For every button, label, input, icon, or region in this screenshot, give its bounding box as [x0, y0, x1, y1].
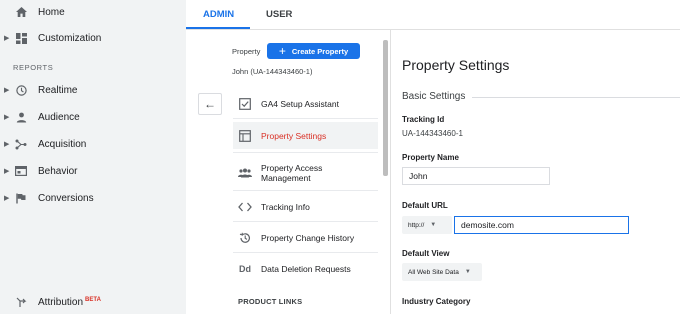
create-property-button[interactable]: + Create Property: [267, 43, 360, 59]
menu-item-label: Tracking Info: [261, 202, 310, 212]
chevron-down-icon: ▼: [464, 269, 471, 275]
acquisition-icon: [15, 138, 27, 150]
arrow-left-icon: ←: [204, 97, 216, 111]
menu-item-label: Property Change History: [261, 233, 355, 243]
people-icon: [238, 166, 252, 180]
dashboard-icon: [15, 32, 27, 44]
clock-icon: [15, 84, 27, 96]
back-arrow-button[interactable]: ←: [198, 93, 222, 115]
menu-property-change-history[interactable]: Property Change History: [233, 227, 378, 249]
tab-bar: [186, 0, 680, 28]
nav-realtime-label: Realtime: [38, 84, 78, 96]
nav-realtime[interactable]: ▶ Realtime: [0, 78, 186, 102]
plus-icon: +: [278, 44, 286, 58]
default-url-label: Default URL: [402, 201, 448, 210]
flag-icon: [15, 192, 27, 204]
nav-acquisition[interactable]: ▶ Acquisition: [0, 132, 186, 156]
menu-property-access-management[interactable]: Property Access Management: [233, 159, 378, 187]
expand-arrow-icon: ▶: [4, 141, 10, 148]
nav-audience[interactable]: ▶ Audience: [0, 105, 186, 129]
home-icon: [15, 6, 27, 18]
menu-ga4-setup-assistant[interactable]: GA4 Setup Assistant: [233, 92, 378, 116]
column-divider: [390, 30, 391, 314]
nav-customization[interactable]: ▶ Customization: [0, 26, 186, 50]
menu-item-label: Property Settings: [261, 130, 327, 141]
nav-conversions-label: Conversions: [38, 192, 94, 204]
expand-arrow-icon: ▶: [4, 114, 10, 121]
property-column-label: Property: [232, 47, 261, 56]
checkbox-icon: [238, 97, 252, 111]
nav-audience-label: Audience: [38, 111, 80, 123]
settings-page-icon: [238, 129, 252, 143]
menu-divider: [233, 252, 378, 253]
nav-behavior-label: Behavior: [38, 165, 78, 177]
nav-attribution[interactable]: Attribution BETA: [0, 290, 186, 314]
tab-admin[interactable]: ADMIN: [203, 9, 234, 20]
property-selector[interactable]: John (UA-144343460-1): [232, 67, 312, 76]
menu-divider: [233, 152, 378, 153]
property-name-input[interactable]: John: [402, 167, 550, 185]
product-links-header: PRODUCT LINKS: [238, 297, 303, 306]
tab-user[interactable]: USER: [266, 9, 292, 20]
page-title: Property Settings: [402, 57, 510, 73]
expand-arrow-icon: ▶: [4, 195, 10, 202]
person-icon: [15, 111, 27, 123]
menu-tracking-info[interactable]: Tracking Info: [233, 196, 378, 218]
menu-data-deletion-requests[interactable]: Dd Data Deletion Requests: [233, 258, 378, 280]
menu-property-settings[interactable]: Property Settings: [233, 122, 378, 149]
beta-badge: BETA: [85, 296, 101, 303]
protocol-dropdown[interactable]: http:// ▼: [402, 216, 452, 234]
menu-item-label: GA4 Setup Assistant: [261, 99, 339, 109]
code-icon: [238, 200, 252, 214]
menu-item-label: Property Access Management: [261, 163, 323, 183]
nav-home-label: Home: [38, 6, 65, 18]
nav-conversions[interactable]: ▶ Conversions: [0, 186, 186, 210]
nav-acquisition-label: Acquisition: [38, 138, 87, 150]
heading-rule: [472, 97, 680, 98]
history-icon: [238, 231, 252, 245]
nav-behavior[interactable]: ▶ Behavior: [0, 159, 186, 183]
property-name-value: John: [409, 171, 428, 181]
default-url-value: demosite.com: [461, 220, 514, 230]
expand-arrow-icon: ▶: [4, 168, 10, 175]
menu-divider: [233, 190, 378, 191]
tracking-id-label: Tracking Id: [402, 115, 445, 124]
tab-bar-divider: [186, 29, 680, 30]
protocol-value: http://: [408, 221, 425, 229]
nav-home[interactable]: Home: [0, 0, 186, 24]
dd-icon: Dd: [239, 264, 251, 274]
property-name-label: Property Name: [402, 153, 459, 162]
column-scrollbar[interactable]: [383, 40, 388, 176]
reports-section-header: REPORTS: [13, 63, 54, 72]
expand-arrow-icon: ▶: [4, 87, 10, 94]
expand-arrow-icon: ▶: [4, 35, 10, 42]
nav-customization-label: Customization: [38, 32, 102, 44]
attribution-text: Attribution: [38, 296, 84, 308]
industry-category-label: Industry Category: [402, 297, 471, 306]
menu-item-label: Data Deletion Requests: [261, 264, 351, 274]
default-view-label: Default View: [402, 249, 450, 258]
nav-attribution-label: Attribution BETA: [38, 297, 101, 308]
default-url-input[interactable]: demosite.com: [454, 216, 629, 234]
menu-divider: [233, 118, 378, 119]
default-view-value: All Web Site Data: [408, 268, 459, 276]
menu-divider: [233, 221, 378, 222]
basic-settings-heading: Basic Settings: [402, 91, 466, 102]
tracking-id-value: UA-144343460-1: [402, 129, 463, 138]
default-view-dropdown[interactable]: All Web Site Data ▼: [402, 263, 482, 281]
behavior-icon: [15, 165, 27, 177]
left-nav: Home ▶ Customization REPORTS ▶ Realtime …: [0, 0, 186, 314]
chevron-down-icon: ▼: [430, 222, 437, 228]
create-property-label: Create Property: [291, 46, 349, 56]
attribution-icon: [15, 296, 27, 308]
